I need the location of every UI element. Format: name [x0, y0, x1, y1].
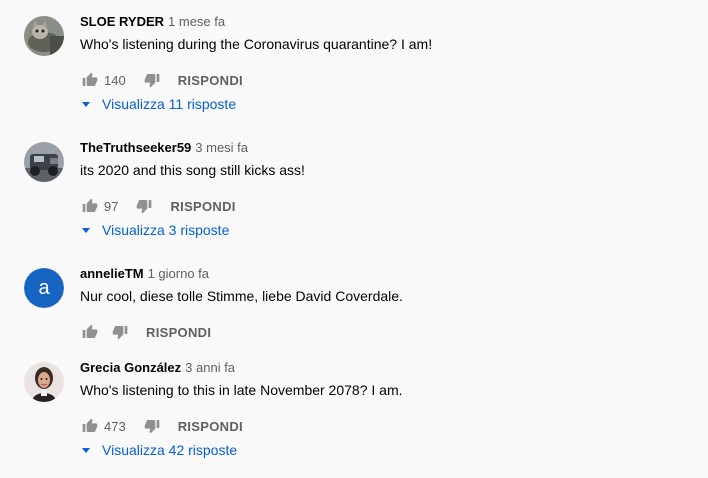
comment-text: its 2020 and this song still kicks ass!: [80, 162, 305, 178]
thumb-down-icon[interactable]: [110, 322, 130, 342]
comment-actions: 473 RISPONDI: [80, 414, 243, 438]
like-count: 473: [104, 418, 126, 434]
reply-button[interactable]: RISPONDI: [178, 73, 243, 88]
view-replies-button[interactable]: Visualizza 42 risposte: [80, 442, 237, 458]
author-name[interactable]: SLOE RYDER: [80, 14, 164, 29]
like-count: 97: [104, 198, 119, 214]
reply-button[interactable]: RISPONDI: [178, 419, 243, 434]
comment-time[interactable]: 3 mesi fa: [195, 140, 248, 155]
comment-text: Who's listening to this in late November…: [80, 382, 403, 398]
thumb-up-icon[interactable]: [80, 70, 100, 90]
view-replies-label: Visualizza 3 risposte: [102, 222, 230, 238]
avatar[interactable]: a: [24, 268, 64, 308]
avatar-letter: a: [24, 268, 64, 308]
comment-header: TheTruthseeker59 3 mesi fa: [80, 140, 248, 155]
comment-actions: RISPONDI: [80, 320, 211, 344]
chevron-down-icon: [80, 98, 92, 110]
thumb-up-icon[interactable]: [80, 322, 100, 342]
reply-button[interactable]: RISPONDI: [146, 325, 211, 340]
thumb-up-icon[interactable]: [80, 416, 100, 436]
thumb-down-icon[interactable]: [142, 416, 162, 436]
author-name[interactable]: TheTruthseeker59: [80, 140, 191, 155]
comment-header: annelieTM 1 giorno fa: [80, 266, 209, 281]
comment-text: Who's listening during the Coronavirus q…: [80, 36, 433, 52]
comment-actions: 97 RISPONDI: [80, 194, 236, 218]
view-replies-button[interactable]: Visualizza 3 risposte: [80, 222, 229, 238]
comment-time[interactable]: 1 mese fa: [168, 14, 225, 29]
thumb-down-icon[interactable]: [142, 70, 162, 90]
comment-time[interactable]: 1 giorno fa: [148, 266, 209, 281]
comment-header: Grecia González 3 anni fa: [80, 360, 235, 375]
view-replies-label: Visualizza 42 risposte: [102, 442, 238, 458]
comment-text: Nur cool, diese tolle Stimme, liebe Davi…: [80, 288, 403, 304]
comment-time[interactable]: 3 anni fa: [185, 360, 235, 375]
view-replies-button[interactable]: Visualizza 11 risposte: [80, 96, 236, 112]
chevron-down-icon: [80, 444, 92, 456]
author-name[interactable]: annelieTM: [80, 266, 144, 281]
like-count: 140: [104, 72, 126, 88]
chevron-down-icon: [80, 224, 92, 236]
thumb-up-icon[interactable]: [80, 196, 100, 216]
comment-actions: 140 RISPONDI: [80, 68, 243, 92]
view-replies-label: Visualizza 11 risposte: [102, 96, 237, 112]
avatar[interactable]: [24, 16, 64, 56]
author-name[interactable]: Grecia González: [80, 360, 181, 375]
avatar[interactable]: [24, 362, 64, 402]
comment-header: SLOE RYDER 1 mese fa: [80, 14, 225, 29]
avatar[interactable]: [24, 142, 64, 182]
thumb-down-icon[interactable]: [134, 196, 154, 216]
reply-button[interactable]: RISPONDI: [170, 199, 235, 214]
